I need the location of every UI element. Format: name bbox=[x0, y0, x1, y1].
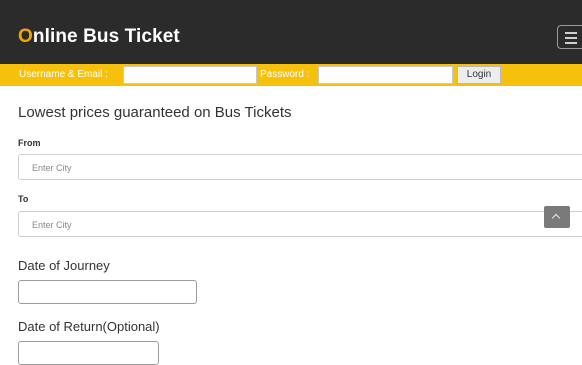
brand-name: nline Bus Ticket bbox=[32, 26, 180, 47]
hamburger-menu-icon[interactable] bbox=[557, 25, 582, 49]
login-bar: Username & Email : Password : Login bbox=[0, 64, 582, 86]
from-label: From bbox=[18, 138, 41, 148]
password-input[interactable] bbox=[318, 66, 453, 84]
username-email-input[interactable] bbox=[123, 66, 257, 84]
site-logo-text[interactable]: Online Bus Ticket bbox=[18, 26, 180, 48]
from-city-placeholder: Enter City bbox=[32, 163, 72, 173]
date-of-return-label: Date of Return(Optional) bbox=[18, 319, 160, 334]
to-city-placeholder: Enter City bbox=[32, 220, 72, 230]
date-of-return-input[interactable] bbox=[18, 341, 159, 365]
date-of-journey-label: Date of Journey bbox=[18, 258, 110, 273]
page-headline: Lowest prices guaranteed on Bus Tickets bbox=[18, 104, 292, 121]
top-navbar: Online Bus Ticket bbox=[0, 0, 582, 64]
date-of-journey-input[interactable] bbox=[18, 280, 197, 304]
chevron-up-icon[interactable] bbox=[544, 206, 570, 228]
password-label: Password : bbox=[260, 69, 310, 80]
from-city-input[interactable]: Enter City bbox=[18, 154, 582, 180]
login-button[interactable]: Login bbox=[457, 66, 501, 84]
username-label: Username & Email : bbox=[19, 69, 108, 80]
brand-initial: O bbox=[18, 26, 33, 47]
to-label: To bbox=[18, 194, 29, 204]
to-city-input[interactable]: Enter City bbox=[18, 211, 582, 237]
